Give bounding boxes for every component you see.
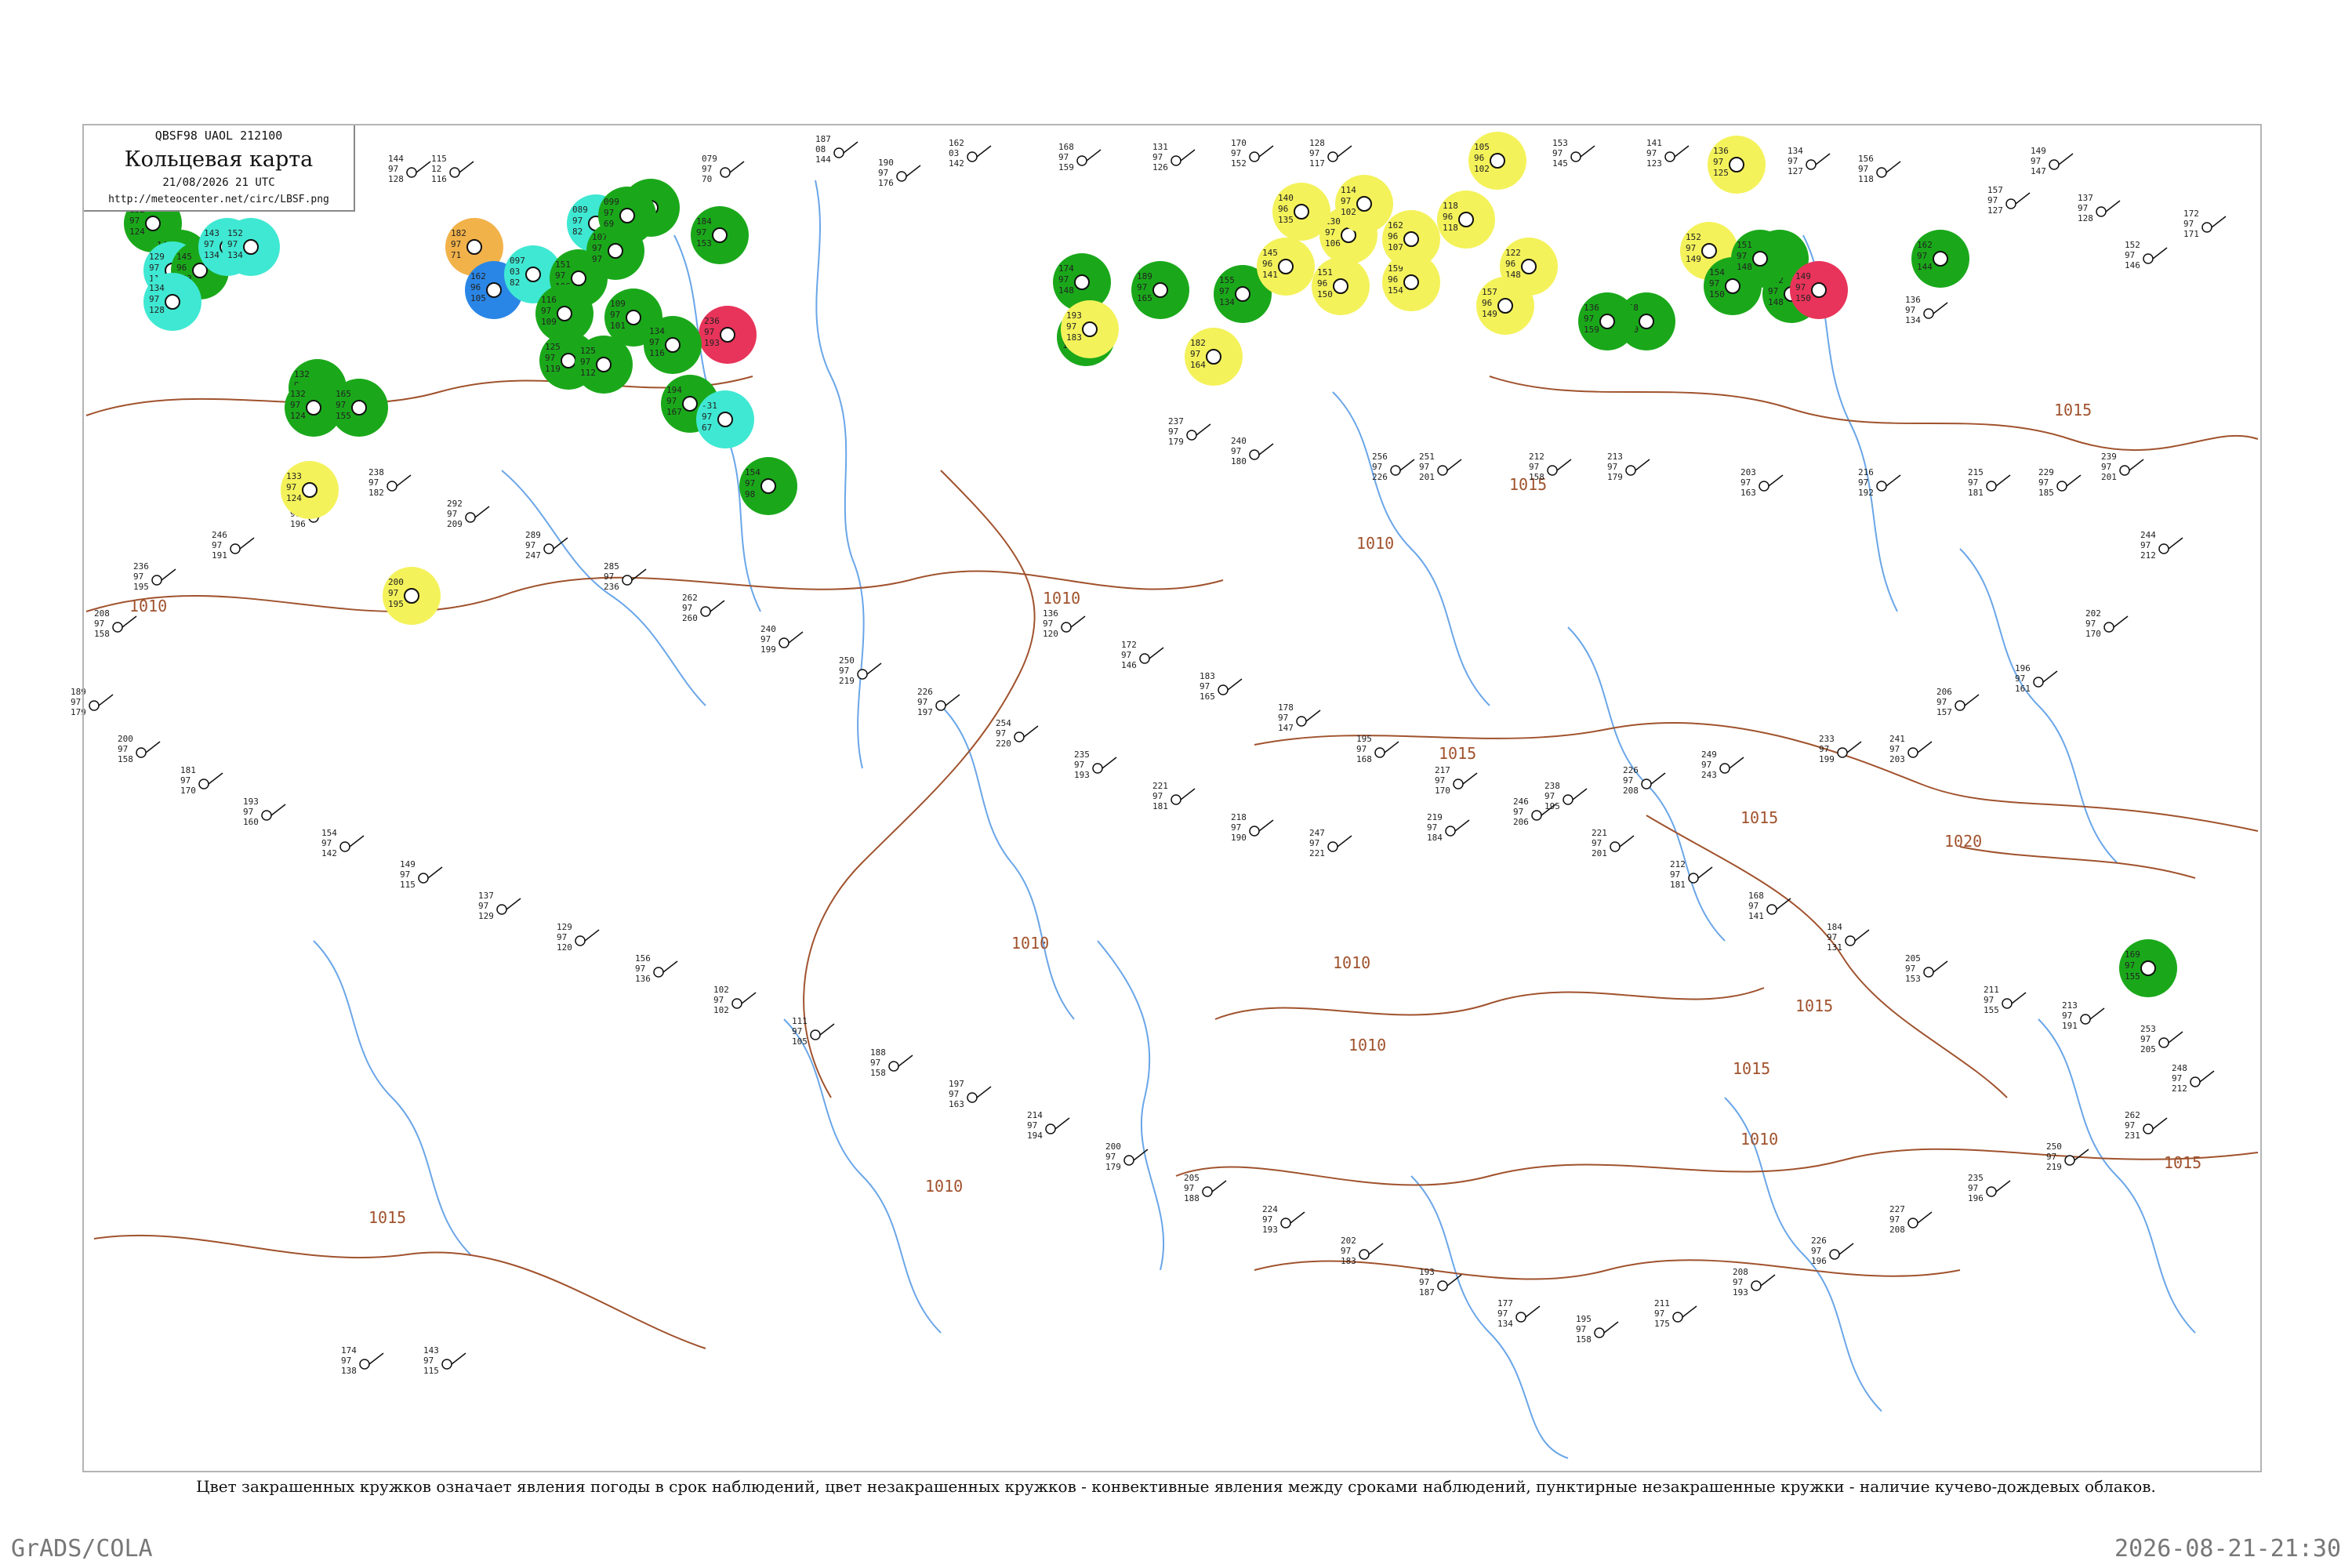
footer-timestamp: 2026-08-21-21:30 (2114, 1535, 2341, 1563)
footer-software-label: GrADS/COLA (11, 1535, 153, 1563)
header-title: Кольцевая карта (124, 147, 314, 172)
legend-caption: Цвет закрашенных кружков означает явлени… (196, 1477, 2156, 1496)
header-url: http://meteocenter.net/circ/LBSF.png (108, 194, 329, 205)
station-value: 97 (71, 697, 81, 707)
map-frame (82, 124, 2262, 1472)
header-code-line: QBSF98 UAOL 212100 (154, 129, 283, 143)
header-box: QBSF98 UAOL 212100 Кольцевая карта 21/08… (84, 125, 355, 212)
header-date-line: 21/08/2026 21 UTC (162, 176, 275, 189)
